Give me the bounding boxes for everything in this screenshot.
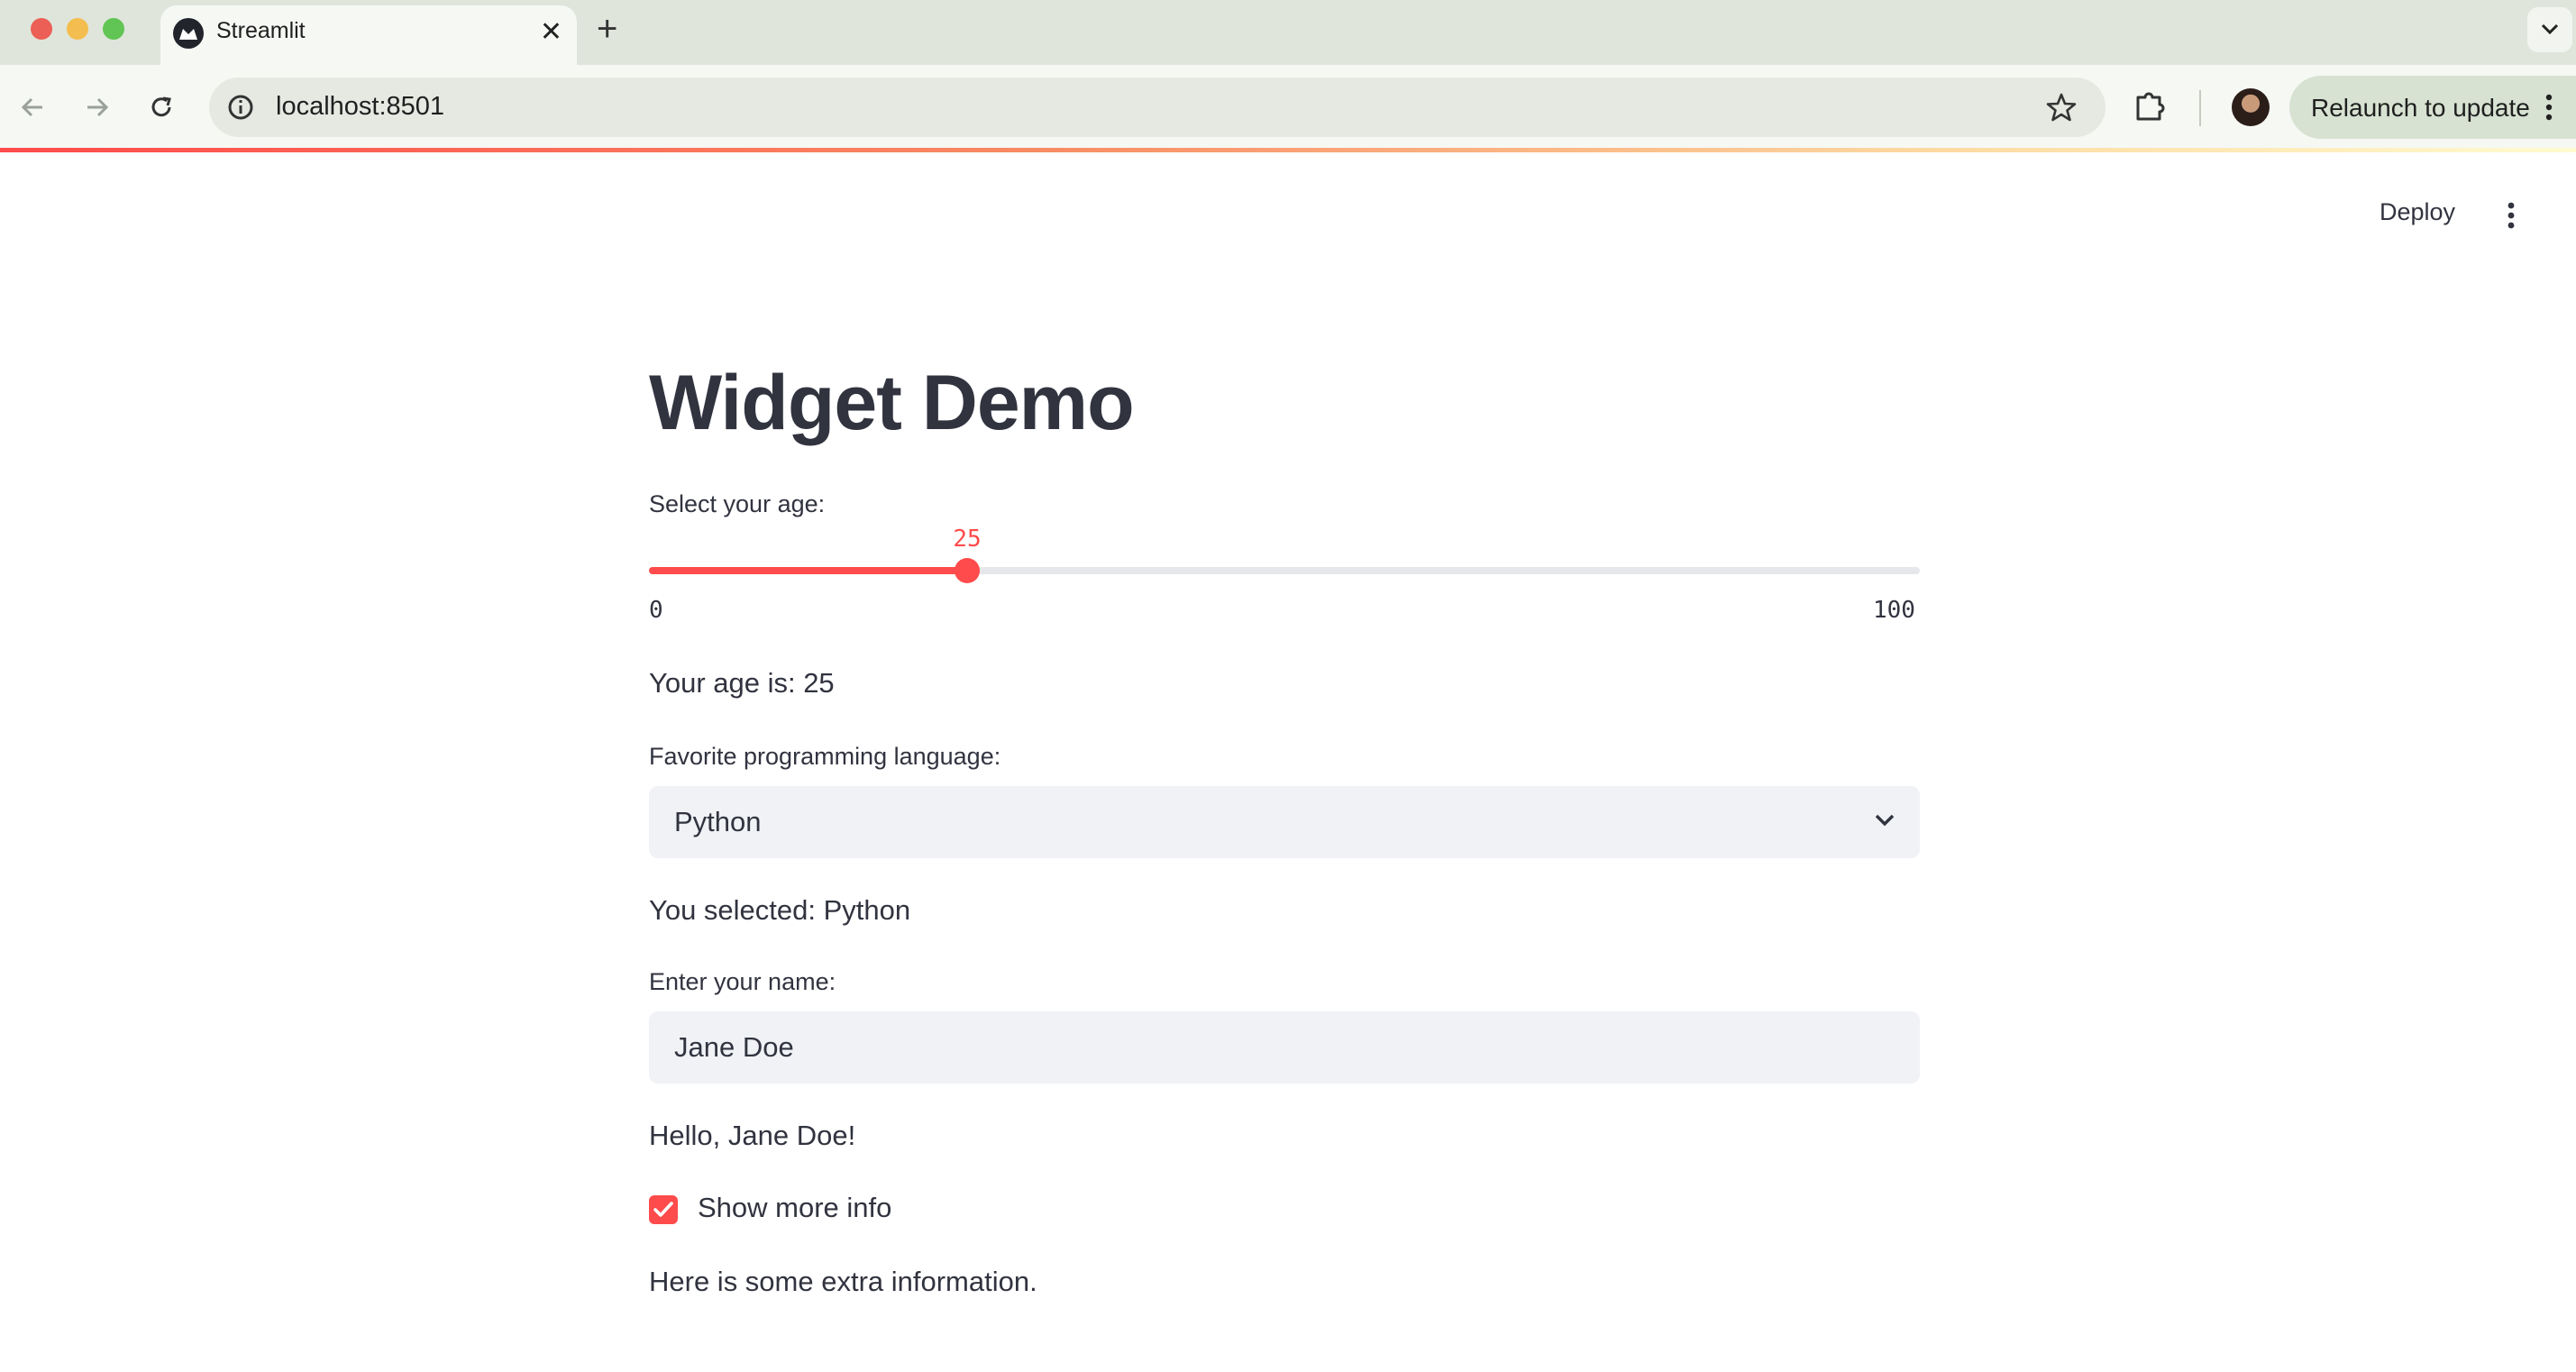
slider-value: 25 [953, 526, 982, 553]
profile-avatar[interactable] [2232, 88, 2270, 126]
tab-title: Streamlit [216, 18, 306, 43]
language-select-label: Favorite programming language: [649, 743, 1001, 770]
age-output-text: Your age is: 25 [649, 667, 835, 699]
name-input-value: Jane Doe [674, 1031, 794, 1063]
window-close-button[interactable] [31, 18, 52, 40]
age-slider-label: Select your age: [649, 490, 826, 517]
browser-tab-streamlit[interactable]: Streamlit ✕ [160, 5, 577, 65]
streamlit-header-decoration [0, 148, 2576, 152]
checkmark-icon [653, 1202, 673, 1217]
name-input-label: Enter your name: [649, 968, 836, 995]
tab-list-chevron-icon[interactable] [2527, 7, 2572, 52]
browser-toolbar: localhost:8501 [0, 65, 2576, 150]
extensions-icon[interactable] [2131, 87, 2169, 129]
checkbox-label[interactable]: Show more info [698, 1192, 891, 1224]
url-text: localhost:8501 [276, 92, 445, 121]
site-info-icon[interactable] [224, 90, 258, 124]
age-slider[interactable]: 25 [649, 526, 1920, 583]
slider-fill [649, 567, 967, 574]
window-maximize-button[interactable] [103, 18, 124, 40]
browser-tabstrip: Streamlit ✕ + [0, 0, 2576, 65]
slider-min-label: 0 [649, 597, 663, 624]
relaunch-button[interactable]: Relaunch to update [2289, 76, 2576, 139]
slider-thumb[interactable] [955, 558, 980, 583]
relaunch-label: Relaunch to update [2311, 94, 2530, 122]
deploy-button[interactable]: Deploy [2380, 198, 2455, 226]
language-select[interactable]: Python [649, 786, 1920, 858]
slider-max-label: 100 [1873, 597, 1915, 624]
extra-info-text: Here is some extra information. [649, 1266, 1037, 1297]
greeting-text: Hello, Jane Doe! [649, 1120, 856, 1151]
chevron-down-icon [1873, 811, 1896, 834]
toolbar-divider [2199, 90, 2201, 126]
bookmark-star-icon[interactable] [2044, 90, 2078, 129]
kebab-menu-icon[interactable] [2506, 200, 2517, 235]
show-more-info-checkbox[interactable] [649, 1195, 678, 1224]
language-select-value: Python [674, 806, 762, 837]
page-title: Widget Demo [649, 360, 1135, 446]
name-input[interactable]: Jane Doe [649, 1011, 1920, 1084]
forward-arrow-icon[interactable] [76, 87, 117, 128]
reload-icon[interactable] [141, 87, 182, 128]
plus-icon[interactable]: + [597, 9, 617, 49]
address-bar[interactable]: localhost:8501 [209, 78, 2106, 137]
streamlit-favicon-icon [173, 18, 204, 49]
close-icon[interactable]: ✕ [540, 16, 562, 49]
kebab-menu-icon[interactable] [2544, 92, 2554, 127]
select-output-text: You selected: Python [649, 894, 911, 926]
back-arrow-icon[interactable] [13, 87, 54, 128]
window-minimize-button[interactable] [67, 18, 88, 40]
